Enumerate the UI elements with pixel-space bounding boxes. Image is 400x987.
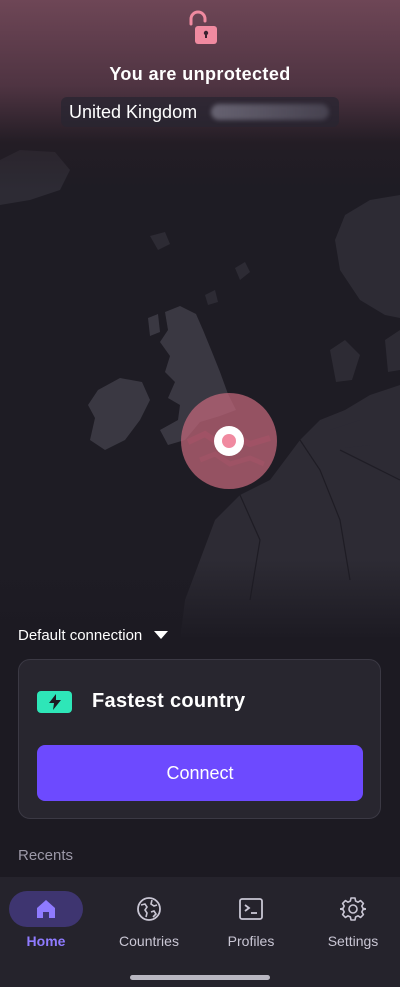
gear-icon-container <box>316 891 390 927</box>
nav-countries-label: Countries <box>119 933 179 949</box>
home-icon <box>37 900 55 918</box>
lightning-bolt-icon <box>37 690 72 713</box>
recents-heading: Recents <box>18 847 74 864</box>
nav-profiles[interactable]: Profiles <box>206 891 296 949</box>
nav-settings[interactable]: Settings <box>308 891 398 949</box>
nav-countries[interactable]: Countries <box>104 891 194 949</box>
connect-button[interactable]: Connect <box>37 745 363 801</box>
nav-home[interactable]: Home <box>1 891 91 949</box>
globe-icon <box>137 897 161 921</box>
connection-status-title: You are unprotected <box>109 64 291 84</box>
bottom-navigation: Home Countries Profiles Settings <box>0 877 400 987</box>
current-location: United Kingdom <box>61 97 339 127</box>
nav-home-label: Home <box>26 933 66 949</box>
nav-profiles-label: Profiles <box>227 933 275 949</box>
fastest-country-label: Fastest country <box>92 690 246 712</box>
system-home-indicator[interactable] <box>130 975 270 980</box>
ip-address-blurred <box>211 104 330 120</box>
quick-connect-card: Fastest country Connect <box>18 659 381 819</box>
default-connection-label: Default connection <box>18 626 143 644</box>
terminal-icon-container <box>214 891 288 927</box>
fastest-country-row[interactable]: Fastest country <box>37 690 245 713</box>
caret-down-icon <box>154 631 169 639</box>
home-icon-container <box>9 891 83 927</box>
nav-settings-label: Settings <box>327 933 379 949</box>
gear-icon <box>340 897 366 921</box>
country-name: United Kingdom <box>69 101 198 122</box>
default-connection-dropdown[interactable]: Default connection <box>18 624 169 646</box>
screen: You are unprotected United Kingdom Defau… <box>0 0 400 987</box>
location-marker[interactable] <box>180 392 278 490</box>
globe-icon-container <box>112 891 186 927</box>
unlocked-padlock-icon <box>187 10 219 46</box>
terminal-icon <box>239 898 263 920</box>
